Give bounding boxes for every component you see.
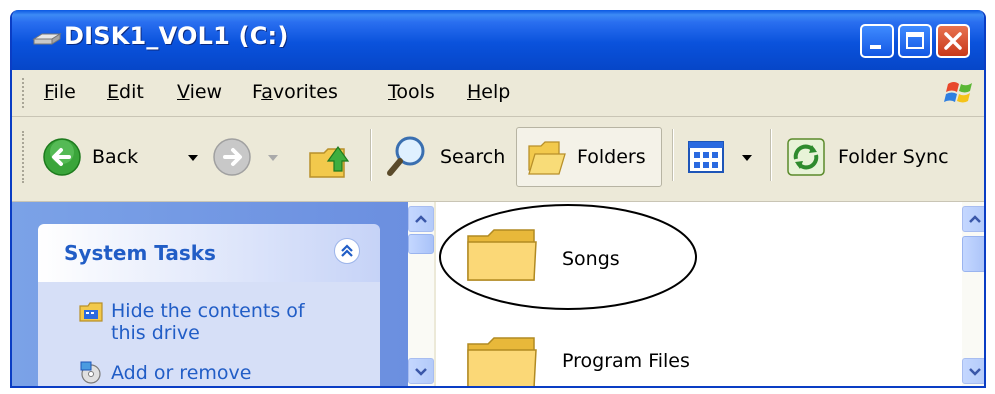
back-arrow-icon bbox=[43, 138, 81, 176]
drive-icon bbox=[32, 33, 62, 45]
system-tasks-header[interactable]: System Tasks bbox=[38, 224, 380, 282]
chevron-up-icon bbox=[969, 215, 981, 223]
search-label: Search bbox=[440, 146, 506, 168]
add-or-remove-link[interactable]: Add or remove bbox=[111, 362, 251, 384]
views-button[interactable] bbox=[684, 131, 762, 183]
close-icon bbox=[944, 32, 962, 50]
system-tasks-body: Hide the contents of this drive Add or r… bbox=[38, 282, 380, 386]
double-chevron-up-icon bbox=[341, 244, 353, 257]
minimize-button[interactable] bbox=[860, 24, 894, 58]
close-button[interactable] bbox=[936, 24, 970, 58]
back-label: Back bbox=[92, 146, 139, 168]
folders-label: Folders bbox=[577, 146, 646, 168]
list-item[interactable]: Program Files bbox=[456, 322, 756, 386]
windows-logo-icon bbox=[940, 74, 980, 112]
hide-drive-contents-link[interactable]: Hide the contents of this drive bbox=[111, 300, 305, 344]
menu-file[interactable]: File bbox=[44, 81, 76, 103]
menubar-grip[interactable] bbox=[22, 78, 27, 108]
folder-icon bbox=[467, 337, 537, 386]
file-name: Program Files bbox=[562, 350, 690, 372]
hide-drive-icon bbox=[79, 302, 103, 322]
folder-sync-icon bbox=[787, 138, 825, 176]
search-button[interactable]: Search bbox=[382, 131, 510, 183]
scroll-up-button[interactable] bbox=[962, 206, 984, 232]
menu-edit[interactable]: Edit bbox=[107, 81, 144, 103]
chevron-down-icon bbox=[969, 368, 981, 376]
system-tasks-title: System Tasks bbox=[64, 241, 216, 265]
file-list-scrollbar[interactable] bbox=[962, 202, 984, 386]
scroll-thumb[interactable] bbox=[962, 236, 984, 272]
toolbar-separator bbox=[672, 129, 674, 181]
up-folder-icon bbox=[309, 145, 350, 178]
file-list: Songs Program Files bbox=[436, 202, 962, 386]
title-bar[interactable]: DISK1_VOL1 (C:) bbox=[12, 10, 984, 70]
task-pane: System Tasks Hide the contents of this d… bbox=[12, 202, 408, 386]
folders-icon bbox=[528, 141, 566, 175]
menu-bar: File Edit View Favorites Tools Help bbox=[12, 70, 984, 117]
chevron-down-icon[interactable] bbox=[188, 155, 198, 161]
forward-arrow-icon bbox=[213, 138, 251, 176]
maximize-icon bbox=[906, 32, 924, 49]
folders-button[interactable]: Folders bbox=[516, 127, 662, 187]
toolbar-separator bbox=[370, 129, 372, 181]
maximize-button[interactable] bbox=[898, 24, 932, 58]
forward-button[interactable] bbox=[208, 131, 288, 183]
standard-toolbar: Back Search Folders Folder Sync bbox=[12, 117, 984, 202]
menu-view[interactable]: View bbox=[177, 81, 222, 103]
add-remove-programs-icon bbox=[80, 361, 101, 384]
folder-sync-button[interactable]: Folder Sync bbox=[780, 131, 980, 183]
toolbar-separator bbox=[770, 129, 772, 181]
folder-sync-label: Folder Sync bbox=[838, 146, 949, 168]
explorer-window: DISK1_VOL1 (C:) File Edit View Favorites… bbox=[10, 10, 986, 388]
chevron-down-icon[interactable] bbox=[742, 155, 752, 161]
back-button[interactable]: Back bbox=[40, 131, 200, 183]
collapse-button[interactable] bbox=[334, 238, 360, 264]
menu-help[interactable]: Help bbox=[467, 81, 510, 103]
menu-favorites[interactable]: Favorites bbox=[252, 81, 338, 103]
minimize-icon bbox=[870, 45, 881, 49]
menu-tools[interactable]: Tools bbox=[388, 81, 435, 103]
system-tasks-panel: System Tasks Hide the contents of this d… bbox=[38, 224, 380, 386]
chevron-down-icon bbox=[415, 368, 427, 376]
toolbar-grip[interactable] bbox=[22, 131, 27, 183]
views-icon bbox=[688, 141, 724, 173]
scroll-down-button[interactable] bbox=[408, 358, 434, 384]
highlight-ellipse bbox=[439, 204, 697, 310]
scroll-down-button[interactable] bbox=[962, 358, 984, 384]
search-icon bbox=[387, 136, 425, 176]
chevron-down-icon[interactable] bbox=[268, 155, 278, 161]
window-title: DISK1_VOL1 (C:) bbox=[64, 22, 289, 50]
up-folder-button[interactable] bbox=[304, 131, 358, 183]
